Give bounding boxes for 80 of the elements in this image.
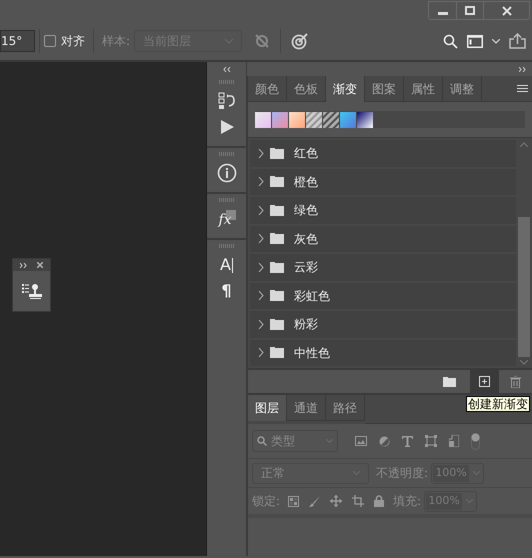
smart-object-filter-icon[interactable] [449,435,459,447]
brush-icon[interactable] [309,496,320,506]
folder-icon [270,176,284,188]
gradient-group-row[interactable]: 灰色 [250,226,516,252]
folder-icon [270,290,284,302]
lock-label: 锁定: [252,493,280,510]
chevron-icon[interactable] [258,206,264,215]
folder-icon [270,233,284,244]
group-name: 灰色 [294,230,318,248]
group-name: 云彩 [294,259,318,276]
group-name: 红色 [294,145,318,162]
panel-tab[interactable]: 色板 [287,76,326,102]
trash-icon[interactable] [510,376,521,388]
panel-tab[interactable]: 调整 [443,76,482,102]
gradient-group-row[interactable]: 橙色 [250,168,516,195]
scroll-thumb[interactable] [518,217,530,357]
panel-tab[interactable]: 渐变 [326,76,365,102]
share-icon[interactable] [509,33,526,49]
align-label: 对齐 [61,33,85,50]
gradient-swatch[interactable] [323,112,339,128]
gradient-swatch[interactable] [272,112,288,128]
panel-tab[interactable]: 颜色 [248,76,287,102]
tooltip: 创建新渐变 [466,396,530,412]
panel-tab[interactable]: 图案 [365,76,404,102]
paragraph-icon[interactable]: ¶ [221,278,232,304]
folder-icon [270,347,284,358]
type-filter-icon[interactable] [402,436,413,446]
folder-icon [270,262,284,273]
menu-icon[interactable] [517,84,528,92]
chevron-icon[interactable] [258,177,264,186]
move-icon[interactable] [330,495,342,507]
collapse-icon[interactable] [222,66,230,72]
chevron-icon[interactable] [258,291,264,300]
gradient-group-row[interactable]: 彩虹色 [250,282,516,309]
angle-field[interactable]: 15° [0,30,35,52]
folder-icon [270,318,284,330]
gradient-group-row[interactable]: 绿色 [250,197,516,224]
gradient-swatch[interactable] [306,112,322,128]
fill-label: 填充: [393,493,422,510]
image-filter-icon[interactable] [355,436,367,446]
clone-source-icon[interactable] [22,282,42,300]
search-icon [257,436,267,446]
chevron-icon[interactable] [258,320,264,329]
gradient-group-row[interactable]: 粉彩 [250,311,516,338]
group-name: 粉彩 [294,316,318,334]
lock-transparency-icon[interactable] [288,496,300,506]
search-icon[interactable] [443,34,458,48]
new-gradient-button[interactable] [470,370,499,393]
plus-icon [479,376,490,387]
align-checkbox[interactable] [44,35,56,47]
target-icon[interactable] [291,32,310,50]
expand-icon[interactable] [519,66,527,72]
chevron-icon[interactable] [258,262,264,272]
gradient-swatch[interactable] [289,112,305,128]
gradient-swatch[interactable] [357,112,373,128]
folder-icon [270,148,284,159]
gradient-swatch[interactable] [340,112,356,128]
adjustment-filter-icon[interactable] [379,436,390,446]
close-icon[interactable] [37,262,43,268]
chevron-icon[interactable] [258,234,264,244]
group-name: 彩虹色 [294,288,330,305]
panel-tab[interactable]: 属性 [404,76,443,102]
gradient-group-row[interactable]: 红色 [250,140,516,166]
crop-icon[interactable] [352,495,364,507]
folder-icon[interactable] [443,376,456,386]
gradient-swatch[interactable] [255,112,271,128]
folder-icon [270,204,284,216]
shape-filter-icon[interactable] [425,435,437,447]
filter-toggle-icon[interactable] [471,432,480,450]
gradient-group-row[interactable]: 云彩 [250,254,516,280]
workspace-icon[interactable] [467,34,483,48]
gradient-group-row[interactable]: 中性色 [250,340,516,366]
chevron-icon[interactable] [258,148,264,158]
group-name: 橙色 [294,174,318,191]
chevron-icon[interactable] [258,348,264,358]
lock-icon[interactable] [374,495,384,507]
expand-icon[interactable] [20,262,28,268]
group-name: 绿色 [294,202,318,220]
group-name: 中性色 [294,344,330,362]
opacity-label: 不透明度: [376,465,428,482]
